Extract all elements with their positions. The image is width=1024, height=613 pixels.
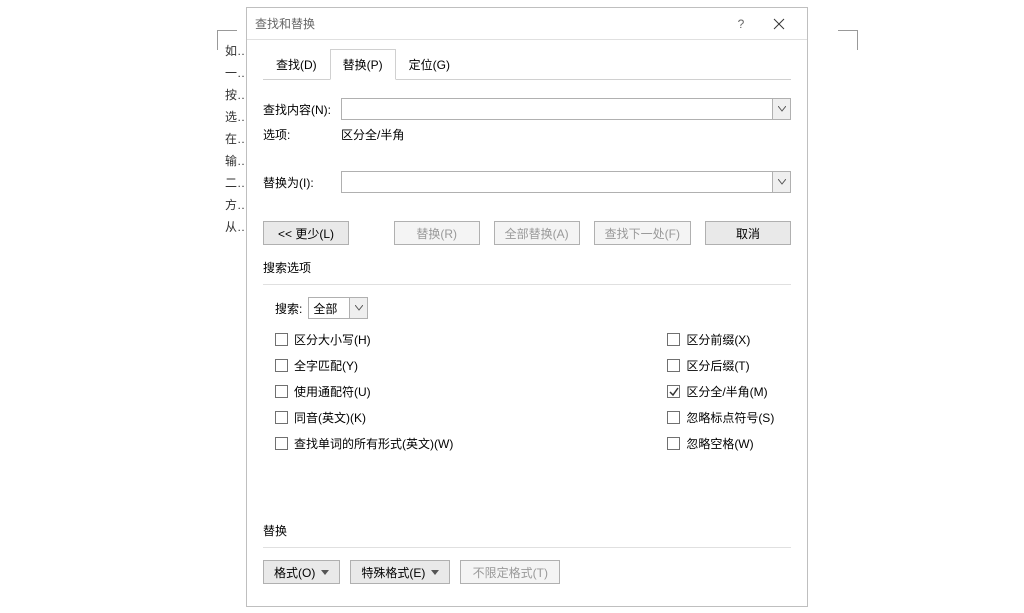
close-button[interactable] xyxy=(759,18,799,30)
checkbox-label: 区分全/半角(M) xyxy=(686,383,767,400)
find-next-button[interactable]: 查找下一处(F) xyxy=(594,221,691,245)
help-button[interactable]: ? xyxy=(723,17,759,31)
dialog-tabs: 查找(D) 替换(P) 定位(G) xyxy=(263,48,791,80)
checkbox-icon xyxy=(275,333,288,346)
check-ignore-punct[interactable]: 忽略标点符号(S) xyxy=(667,409,774,426)
check-word-forms[interactable]: 查找单词的所有形式(英文)(W) xyxy=(275,435,453,452)
tab-find[interactable]: 查找(D) xyxy=(263,49,330,80)
replace-label: 替换为(I): xyxy=(263,174,341,191)
search-scope-select[interactable]: 全部 xyxy=(308,297,368,319)
checkbox-icon xyxy=(275,411,288,424)
check-ignore-space[interactable]: 忽略空格(W) xyxy=(667,435,774,452)
check-match-case[interactable]: 区分大小写(H) xyxy=(275,331,453,348)
find-row: 查找内容(N): xyxy=(263,98,791,120)
check-full-half-width[interactable]: 区分全/半角(M) xyxy=(667,383,774,400)
options-label: 选项: xyxy=(263,126,341,143)
format-button-row: 格式(O) 特殊格式(E) 不限定格式(T) xyxy=(263,560,791,584)
chevron-down-icon xyxy=(355,305,363,311)
cancel-button[interactable]: 取消 xyxy=(705,221,791,245)
checkbox-label: 忽略空格(W) xyxy=(686,435,753,452)
button-row: << 更少(L) 替换(R) 全部替换(A) 查找下一处(F) 取消 xyxy=(263,221,791,245)
search-options-checkboxes: 区分大小写(H) 全字匹配(Y) 使用通配符(U) 同音(英文)(K) xyxy=(275,331,791,452)
close-icon xyxy=(773,18,785,30)
dialog-body: 查找(D) 替换(P) 定位(G) 查找内容(N): 选项: 区分全/半角 替换… xyxy=(247,40,807,604)
checkbox-icon xyxy=(667,411,680,424)
checkbox-icon xyxy=(667,385,680,398)
checkbox-icon xyxy=(275,437,288,450)
separator xyxy=(263,547,791,548)
check-sounds-like[interactable]: 同音(英文)(K) xyxy=(275,409,453,426)
checkbox-label: 区分后缀(T) xyxy=(686,357,749,374)
chevron-down-icon xyxy=(778,106,786,112)
checkbox-label: 使用通配符(U) xyxy=(294,383,371,400)
check-suffix[interactable]: 区分后缀(T) xyxy=(667,357,774,374)
replace-row: 替换为(I): xyxy=(263,171,791,193)
checkbox-icon xyxy=(667,359,680,372)
find-replace-form: 查找内容(N): 选项: 区分全/半角 替换为(I): xyxy=(263,80,791,592)
search-options-title: 搜索选项 xyxy=(263,259,791,276)
find-dropdown-button[interactable] xyxy=(772,99,790,119)
replace-button[interactable]: 替换(R) xyxy=(394,221,480,245)
no-format-button[interactable]: 不限定格式(T) xyxy=(460,560,560,584)
checkbox-label: 全字匹配(Y) xyxy=(294,357,358,374)
replace-input[interactable] xyxy=(342,172,772,192)
separator xyxy=(263,284,791,285)
special-format-button[interactable]: 特殊格式(E) xyxy=(350,560,450,584)
dialog-titlebar[interactable]: 查找和替换 ? xyxy=(247,8,807,40)
checkbox-label: 同音(英文)(K) xyxy=(294,409,366,426)
tab-goto[interactable]: 定位(G) xyxy=(396,49,463,80)
search-scope-label: 搜索: xyxy=(275,300,302,317)
check-whole-word[interactable]: 全字匹配(Y) xyxy=(275,357,453,374)
format-button[interactable]: 格式(O) xyxy=(263,560,340,584)
check-wildcards[interactable]: 使用通配符(U) xyxy=(275,383,453,400)
tab-replace[interactable]: 替换(P) xyxy=(330,49,396,80)
checkbox-label: 区分大小写(H) xyxy=(294,331,371,348)
find-combo[interactable] xyxy=(341,98,791,120)
find-replace-dialog: 查找和替换 ? 查找(D) 替换(P) 定位(G) 查找内容(N): xyxy=(246,7,808,607)
checkbox-icon xyxy=(275,385,288,398)
chevron-down-icon xyxy=(778,179,786,185)
search-scope-value: 全部 xyxy=(309,298,349,318)
find-input[interactable] xyxy=(342,99,772,119)
dialog-title: 查找和替换 xyxy=(255,15,723,32)
less-button[interactable]: << 更少(L) xyxy=(263,221,349,245)
search-scope-row: 搜索: 全部 xyxy=(275,297,791,319)
checkbox-icon xyxy=(667,437,680,450)
check-prefix[interactable]: 区分前缀(X) xyxy=(667,331,774,348)
search-scope-dropdown-button[interactable] xyxy=(349,298,367,318)
replace-format-section: 替换 格式(O) 特殊格式(E) 不限定格式(T) xyxy=(263,522,791,584)
find-options-row: 选项: 区分全/半角 xyxy=(263,126,791,143)
checkbox-icon xyxy=(667,333,680,346)
checkbox-label: 区分前缀(X) xyxy=(686,331,750,348)
checkbox-label: 忽略标点符号(S) xyxy=(686,409,774,426)
replace-all-button[interactable]: 全部替换(A) xyxy=(494,221,580,245)
checkbox-col-left: 区分大小写(H) 全字匹配(Y) 使用通配符(U) 同音(英文)(K) xyxy=(275,331,453,452)
checkbox-icon xyxy=(275,359,288,372)
replace-combo[interactable] xyxy=(341,171,791,193)
checkbox-col-right: 区分前缀(X) 区分后缀(T) 区分全/半角(M) 忽略标点符号(S) xyxy=(667,331,774,452)
options-value: 区分全/半角 xyxy=(341,126,404,143)
find-label: 查找内容(N): xyxy=(263,101,341,118)
checkbox-label: 查找单词的所有形式(英文)(W) xyxy=(294,435,453,452)
replace-section-title: 替换 xyxy=(263,522,791,539)
replace-dropdown-button[interactable] xyxy=(772,172,790,192)
